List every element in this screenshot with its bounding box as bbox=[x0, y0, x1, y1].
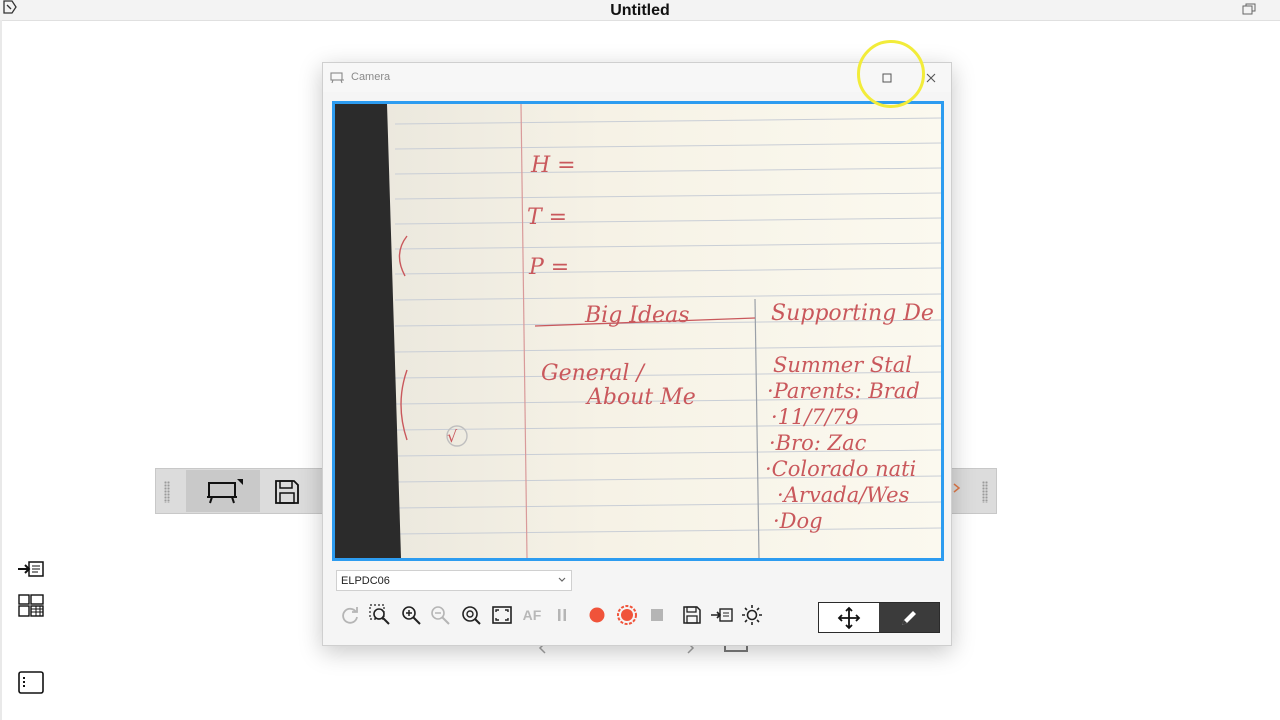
app-title: Untitled bbox=[610, 2, 670, 19]
grid-layout-icon[interactable] bbox=[16, 593, 46, 619]
zoom-area-button[interactable] bbox=[368, 603, 392, 627]
zoom-in-button[interactable] bbox=[399, 603, 423, 627]
record-button[interactable] bbox=[585, 603, 609, 627]
pause-icon bbox=[558, 609, 566, 621]
note-col2-line-4: ·Colorado nati bbox=[765, 457, 916, 481]
app-titlebar: Untitled bbox=[0, 0, 1280, 21]
camera-toolbar-button[interactable] bbox=[186, 470, 260, 512]
save-icon[interactable] bbox=[274, 479, 300, 505]
camera-window-icon bbox=[330, 72, 344, 84]
fit-screen-icon bbox=[492, 606, 512, 624]
note-col1-item-line2: About Me bbox=[585, 385, 696, 410]
import-icon[interactable] bbox=[16, 556, 46, 582]
note-col2-line-0: Summer Stal bbox=[773, 353, 912, 377]
toolbar-grip-right[interactable] bbox=[982, 481, 988, 503]
pause-button[interactable] bbox=[550, 603, 574, 627]
note-h-line: H = bbox=[530, 153, 576, 178]
zoom-in-icon bbox=[402, 606, 421, 625]
camera-feed-image: √ H = T = P = Big Ideas Supporting De Ge… bbox=[335, 104, 941, 558]
save-image-icon bbox=[683, 606, 701, 624]
rotate-button[interactable] bbox=[338, 603, 362, 627]
zoom-out-button[interactable] bbox=[428, 603, 452, 627]
note-col2-line-1: ·Parents: Brad bbox=[767, 379, 920, 403]
brightness-button[interactable] bbox=[740, 603, 764, 627]
margin-check: √ bbox=[447, 427, 458, 446]
note-col2-line-3: ·Bro: Zac bbox=[769, 431, 867, 455]
record-icon bbox=[589, 607, 605, 623]
save-image-button[interactable] bbox=[680, 603, 704, 627]
move-mode-button[interactable] bbox=[819, 603, 879, 632]
panel-list-icon[interactable] bbox=[16, 670, 46, 696]
move-arrows-icon bbox=[837, 606, 861, 629]
stop-icon bbox=[651, 609, 663, 621]
note-col1-item-line1: General / bbox=[541, 361, 646, 386]
pen-icon bbox=[902, 610, 916, 625]
note-col2-line-5: ·Arvada/Wes bbox=[777, 483, 910, 507]
zoom-out-icon bbox=[431, 606, 450, 625]
record-settings-icon bbox=[617, 605, 637, 625]
note-col2-line-6: ·Dog bbox=[773, 509, 823, 533]
note-col2-line-2: ·11/7/79 bbox=[771, 405, 859, 429]
interaction-mode-toggle bbox=[818, 602, 940, 633]
stop-button[interactable] bbox=[645, 603, 669, 627]
camera-device-select[interactable]: ELPDC06 bbox=[336, 570, 572, 591]
zoom-area-icon bbox=[369, 604, 390, 625]
presenter-icon bbox=[207, 479, 243, 504]
chevron-down-icon bbox=[558, 577, 566, 582]
camera-preview[interactable]: √ H = T = P = Big Ideas Supporting De Ge… bbox=[332, 101, 944, 561]
autofocus-button[interactable]: AF bbox=[520, 603, 544, 627]
pen-mode-button[interactable] bbox=[879, 603, 939, 632]
rotate-icon bbox=[342, 607, 358, 624]
zoom-reset-icon bbox=[462, 606, 481, 625]
toolbar-grip-left[interactable] bbox=[164, 481, 170, 503]
toolbar-more-icon[interactable] bbox=[952, 481, 962, 495]
record-settings-button[interactable] bbox=[615, 603, 639, 627]
note-col1-header: Big Ideas bbox=[584, 303, 689, 328]
zoom-reset-button[interactable] bbox=[459, 603, 483, 627]
brightness-icon bbox=[742, 605, 762, 625]
camera-window-title: Camera bbox=[351, 71, 391, 83]
maximize-icon[interactable] bbox=[878, 69, 896, 87]
note-col2-header: Supporting De bbox=[771, 301, 934, 326]
insert-to-page-button[interactable] bbox=[710, 603, 734, 627]
camera-window: Camera √ H = T = P = Big Ideas Supportin… bbox=[322, 62, 952, 646]
camera-titlebar[interactable]: Camera bbox=[323, 63, 951, 92]
left-edge bbox=[0, 20, 2, 720]
window-restore-icon[interactable] bbox=[1242, 3, 1256, 15]
camera-device-value: ELPDC06 bbox=[341, 575, 390, 587]
note-p-line: P = bbox=[528, 255, 569, 280]
close-icon[interactable] bbox=[922, 69, 940, 87]
autofocus-label: AF bbox=[522, 607, 542, 623]
note-t-line: T = bbox=[527, 205, 567, 230]
insert-to-page-icon bbox=[711, 608, 733, 622]
fit-screen-button[interactable] bbox=[490, 603, 514, 627]
